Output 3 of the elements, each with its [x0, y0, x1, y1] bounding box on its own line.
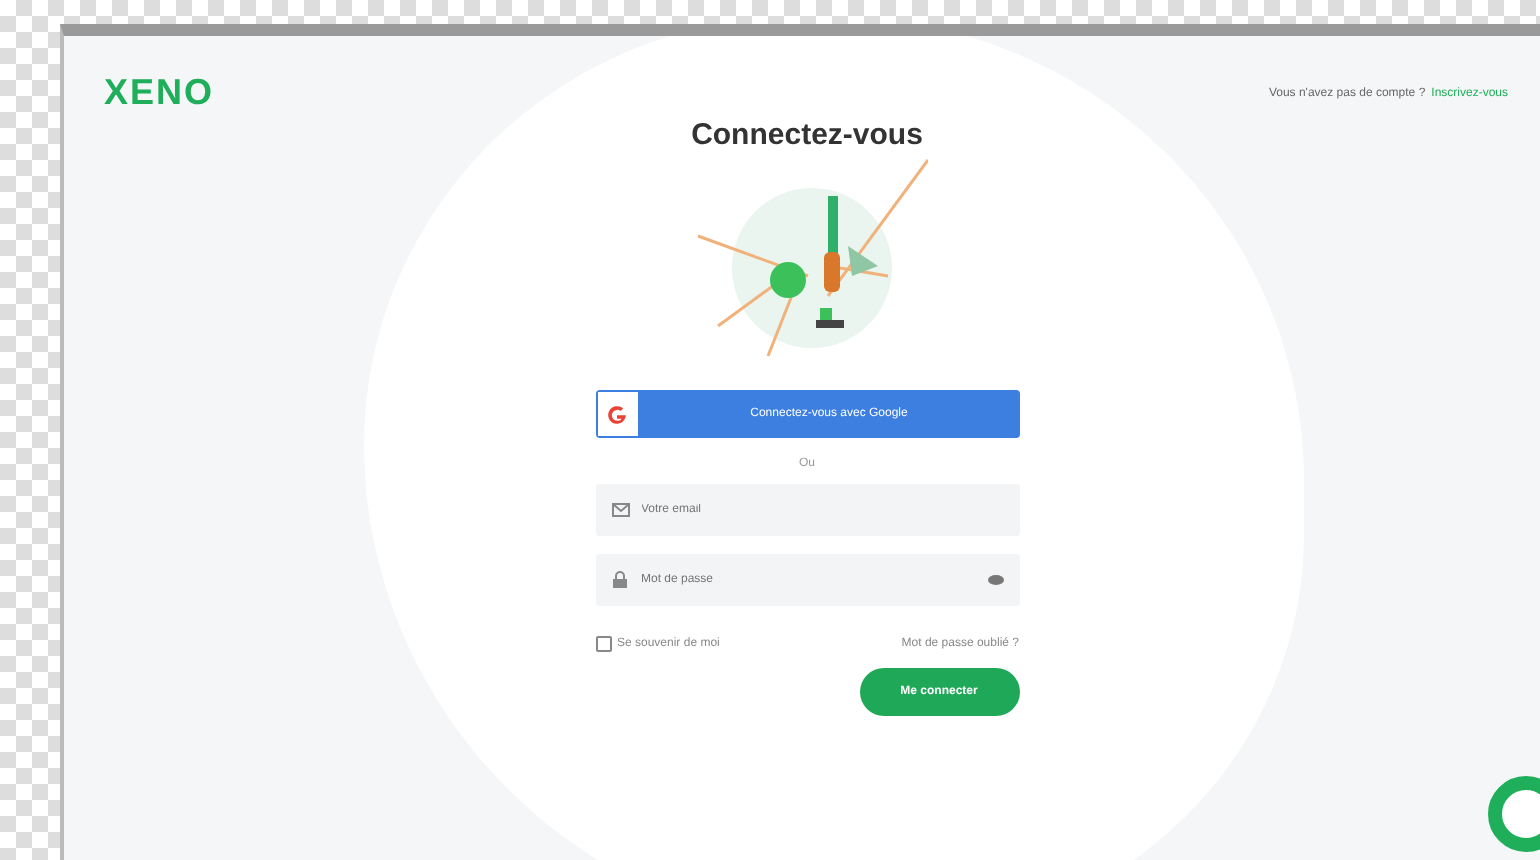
google-g-icon: [606, 403, 628, 425]
form-title: Connectez-vous: [689, 118, 925, 152]
logo[interactable]: XENO: [104, 72, 215, 114]
